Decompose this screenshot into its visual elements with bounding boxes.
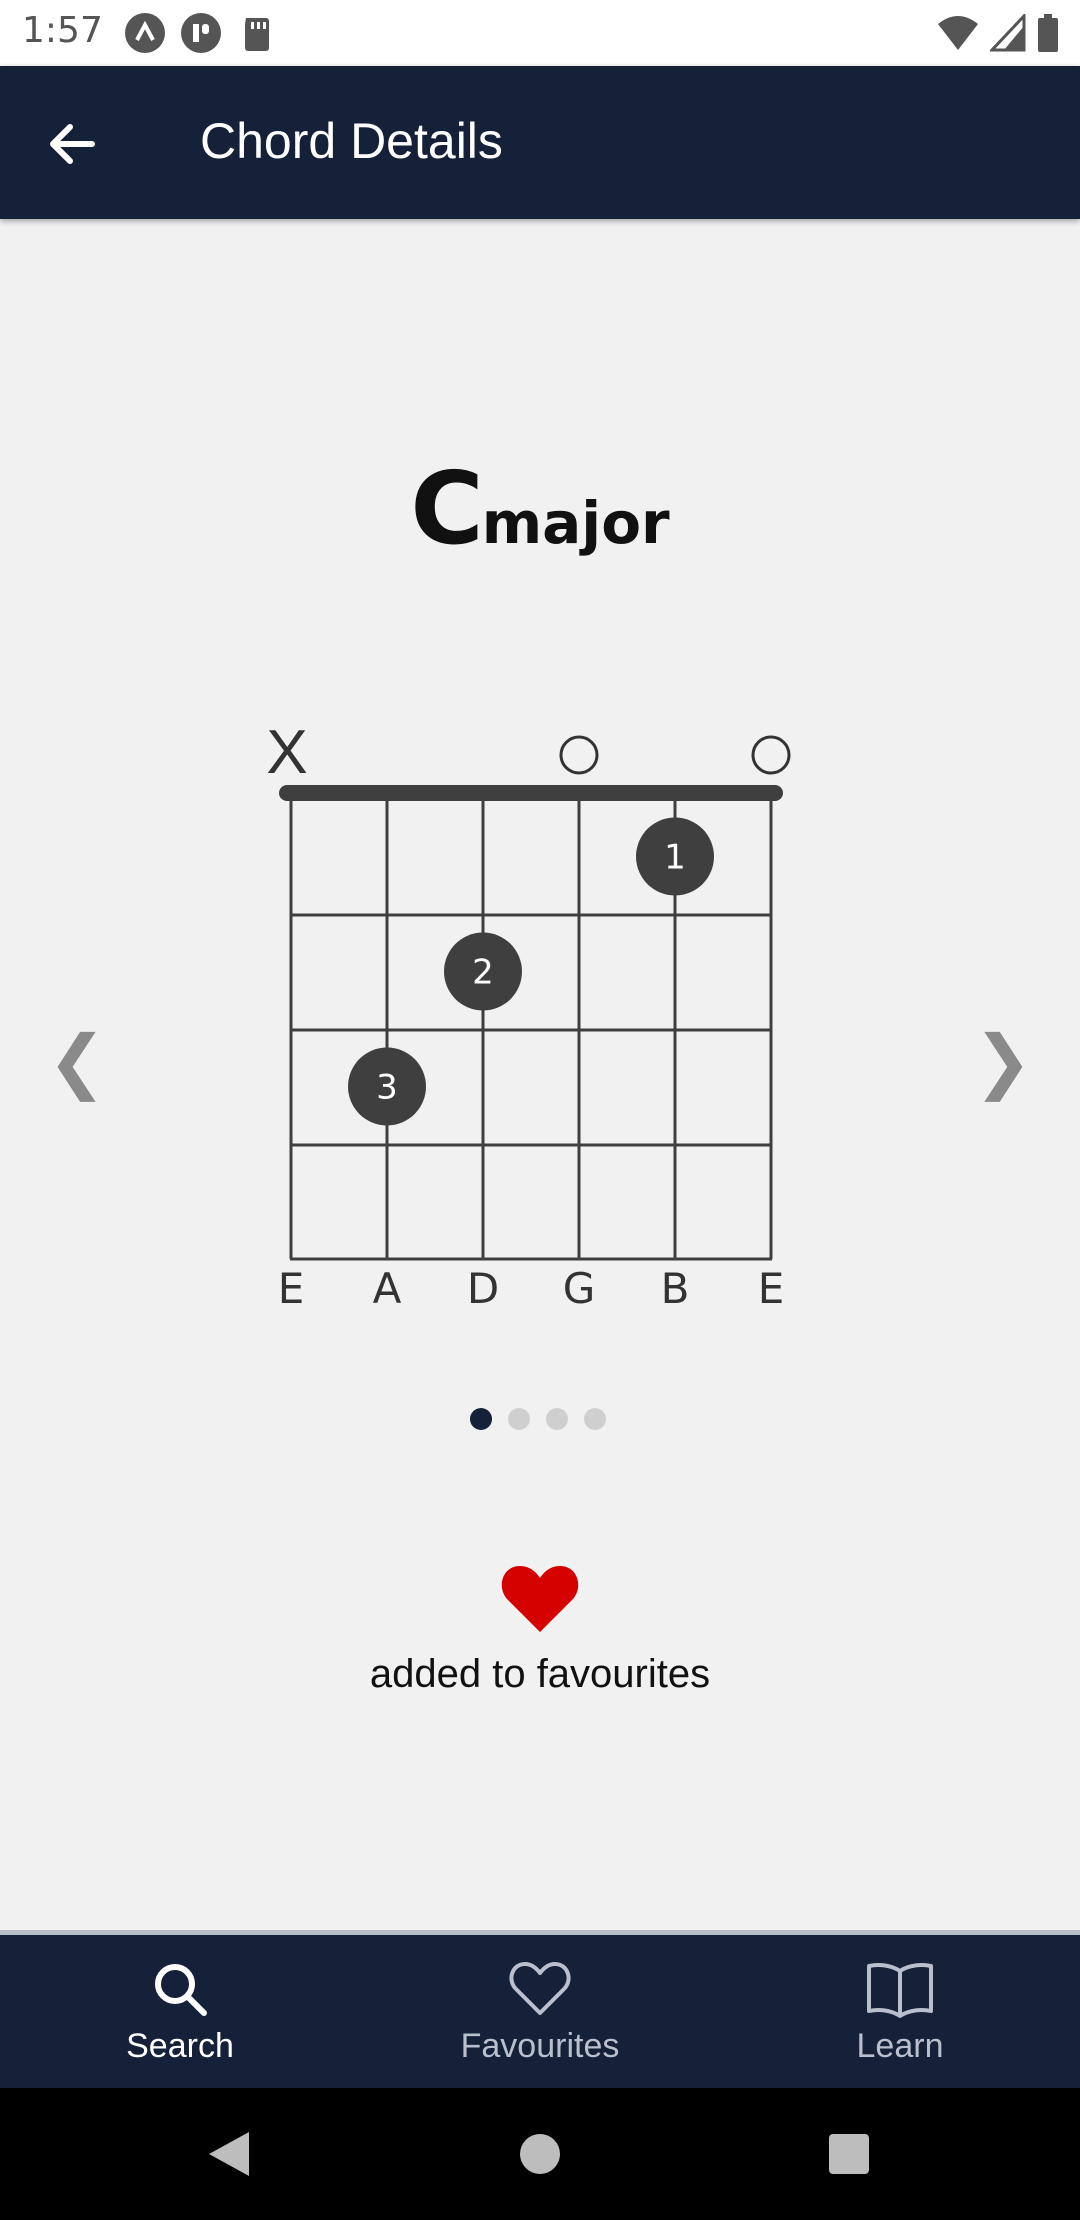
tab-favourites[interactable]: Favourites (360, 1935, 720, 2088)
string-name-label: D (467, 1264, 499, 1313)
tab-search-label: Search (126, 2027, 234, 2065)
page-indicator (470, 1408, 606, 1430)
page-dot[interactable] (470, 1408, 492, 1430)
string-name-label: B (661, 1264, 690, 1313)
finger-label: 1 (664, 838, 686, 878)
system-home-icon[interactable] (518, 2132, 562, 2176)
tab-learn[interactable]: Learn (720, 1935, 1080, 2088)
page-dot[interactable] (546, 1408, 568, 1430)
system-recents-icon[interactable] (828, 2133, 870, 2175)
heart-outline-icon (509, 1962, 571, 2015)
system-navigation-bar (0, 2088, 1080, 2220)
search-icon (155, 1964, 207, 2016)
system-back-icon[interactable] (205, 2130, 251, 2178)
finger-label: 2 (472, 953, 494, 993)
tab-learn-label: Learn (856, 2027, 944, 2065)
bottom-navigation: Search Favourites Learn (0, 1930, 1080, 2088)
open-string-marker (559, 735, 599, 775)
string-name-label: E (758, 1264, 785, 1313)
page-dot[interactable] (508, 1408, 530, 1430)
page-dot[interactable] (584, 1408, 606, 1430)
chord-diagram: X 1 2 3 E A D G B E (266, 718, 791, 1313)
string-name-label: A (373, 1264, 402, 1313)
string-name-label: E (278, 1264, 305, 1313)
open-string-marker (751, 735, 791, 775)
tab-search[interactable]: Search (0, 1935, 360, 2088)
tab-favourites-label: Favourites (460, 2027, 620, 2065)
finger-label: 3 (376, 1068, 398, 1108)
book-icon (867, 1963, 933, 2018)
string-name-label: G (563, 1264, 596, 1313)
muted-string-marker: X (266, 718, 307, 787)
favourite-status-text: added to favourites (369, 1652, 711, 1696)
favourite-heart-icon[interactable] (500, 1562, 580, 1634)
